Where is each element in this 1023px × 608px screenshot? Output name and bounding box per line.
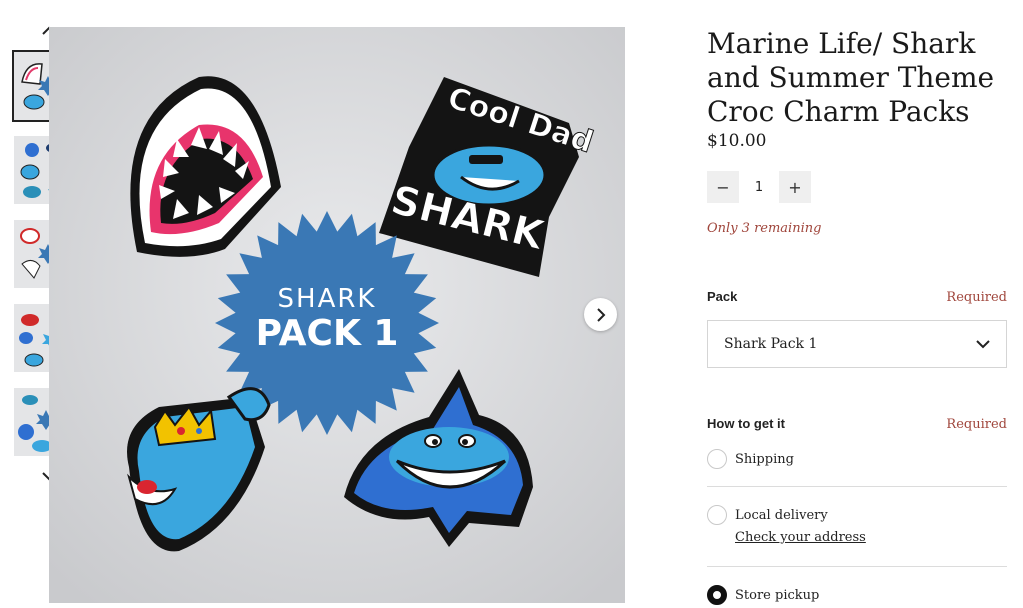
stock-remaining: Only 3 remaining [707, 221, 822, 236]
radio-shipping[interactable] [707, 449, 727, 469]
next-image-button[interactable] [584, 298, 617, 331]
pack-label: Pack [707, 289, 738, 304]
radio-store-pickup[interactable] [707, 585, 727, 605]
product-price: $10.00 [707, 131, 767, 151]
decrement-button[interactable]: − [707, 171, 739, 203]
radio-local-delivery[interactable] [707, 505, 727, 525]
quantity-input[interactable] [739, 171, 779, 203]
option-shipping-label: Shipping [735, 451, 794, 467]
option-local-delivery-label: Local delivery [735, 507, 828, 523]
chevron-right-icon [596, 307, 605, 322]
product-info: Marine Life/ Shark and Summer Theme Croc… [707, 27, 1007, 151]
option-local-delivery[interactable]: Local delivery [707, 505, 828, 525]
option-store-pickup[interactable]: Store pickup [707, 585, 819, 605]
pack-select[interactable]: Shark Pack 1 [707, 320, 1007, 368]
quantity-stepper: − + [707, 171, 811, 203]
badge-line-2: PACK 1 [256, 313, 399, 354]
option-shipping[interactable]: Shipping [707, 449, 794, 469]
pack-required: Required [946, 290, 1007, 305]
fulfillment-label: How to get it [707, 416, 785, 431]
pack-select-value: Shark Pack 1 [724, 336, 818, 352]
fulfillment-required: Required [946, 417, 1007, 432]
product-photo: Cool Dad SHARK SHARK PACK 1 [49, 27, 625, 603]
divider [707, 566, 1007, 567]
chevron-down-icon [976, 339, 990, 348]
option-store-pickup-label: Store pickup [735, 587, 820, 603]
divider [707, 486, 1007, 487]
check-address-link[interactable]: Check your address [735, 530, 866, 545]
main-product-image: Cool Dad SHARK SHARK PACK 1 [49, 27, 625, 603]
increment-button[interactable]: + [779, 171, 811, 203]
badge-line-1: SHARK [278, 284, 377, 314]
product-title: Marine Life/ Shark and Summer Theme Croc… [707, 27, 995, 128]
